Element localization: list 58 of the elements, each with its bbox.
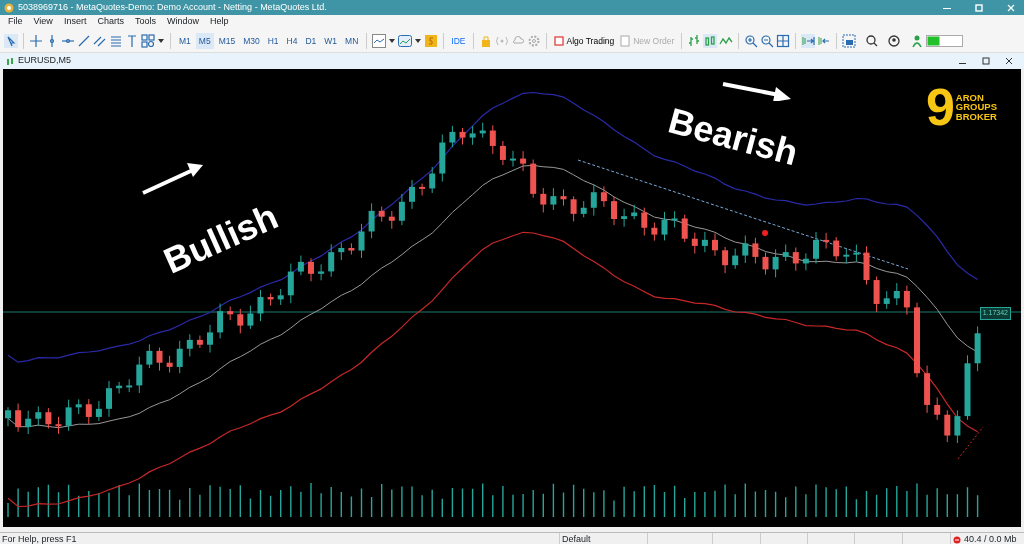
menu-item[interactable]: Insert — [59, 15, 94, 29]
status-help-text: For Help, press F1 — [0, 532, 560, 544]
search-icon[interactable] — [864, 33, 879, 48]
timeframe-button[interactable]: M1 — [176, 32, 194, 49]
autoscroll-icon[interactable] — [801, 33, 816, 48]
crosshair-icon[interactable] — [29, 33, 43, 48]
menu-item[interactable]: Window — [162, 15, 206, 29]
candlestick-icon — [6, 56, 14, 66]
templates-icon[interactable] — [398, 33, 413, 48]
menu-item[interactable]: View — [29, 15, 60, 29]
logo-text: GROUPS — [955, 102, 997, 112]
signal-dot — [762, 230, 768, 236]
zoom-out-icon[interactable] — [760, 33, 775, 48]
logo-text: BROKER — [955, 111, 997, 122]
bar-chart-icon[interactable] — [687, 33, 702, 48]
maximize-icon[interactable] — [980, 56, 991, 66]
timeframe-button[interactable]: MN — [342, 32, 362, 49]
close-icon[interactable] — [1003, 56, 1014, 66]
menu-item[interactable]: File — [4, 15, 30, 29]
arrow-icon — [721, 81, 791, 101]
grid-icon[interactable] — [776, 33, 791, 48]
connection-bar-icon[interactable] — [925, 33, 964, 48]
timeframe-button[interactable]: M5 — [195, 32, 214, 49]
arrow-icon — [141, 163, 203, 195]
memory-status-text: 40.4 / 0.0 Mb — [964, 532, 1017, 544]
logo-mark: 9 — [925, 81, 955, 133]
trendline-icon[interactable] — [77, 33, 91, 48]
indicators-icon[interactable] — [372, 33, 387, 48]
timeframe-button[interactable]: D1 — [302, 32, 320, 49]
chart-title: EURUSD,M5 — [18, 54, 71, 68]
restore-icon[interactable] — [973, 2, 984, 13]
window-title: 5038969716 - MetaQuotes-Demo: Demo Account - Netting - MetaQuotes Ltd. — [18, 0, 327, 14]
cursor-icon[interactable] — [4, 33, 18, 48]
timeframe-button[interactable]: M30 — [240, 32, 263, 49]
zoom-in-icon[interactable] — [744, 33, 759, 48]
status-dot-icon — [953, 535, 961, 544]
ide-button[interactable]: IDE — [449, 32, 468, 49]
menu-item[interactable]: Charts — [93, 15, 131, 29]
stop-icon — [553, 35, 564, 46]
order-form-icon — [620, 34, 631, 47]
gear-icon[interactable] — [526, 33, 541, 48]
timeframe-button[interactable]: M15 — [215, 32, 239, 49]
menu-item[interactable]: Help — [205, 15, 236, 29]
algo-trading-button[interactable]: Algo Trading — [551, 32, 617, 49]
screenshot-icon[interactable] — [842, 33, 857, 48]
text-icon[interactable] — [125, 33, 139, 48]
timeframe-button[interactable]: H4 — [283, 32, 301, 49]
annotation-label: Bearish — [664, 102, 802, 172]
shapes-icon[interactable] — [141, 33, 155, 48]
status-profile-text: Default — [560, 532, 648, 544]
timeframe-button[interactable]: W1 — [321, 32, 341, 49]
timeframe-button[interactable]: H1 — [264, 32, 282, 49]
person-icon[interactable] — [909, 33, 924, 48]
dashed-line — [957, 426, 984, 460]
menu-item[interactable]: Tools — [130, 15, 163, 29]
app-icon — [4, 2, 14, 13]
logo-text: ARON — [955, 92, 985, 103]
candlestick-icon[interactable] — [703, 33, 718, 48]
